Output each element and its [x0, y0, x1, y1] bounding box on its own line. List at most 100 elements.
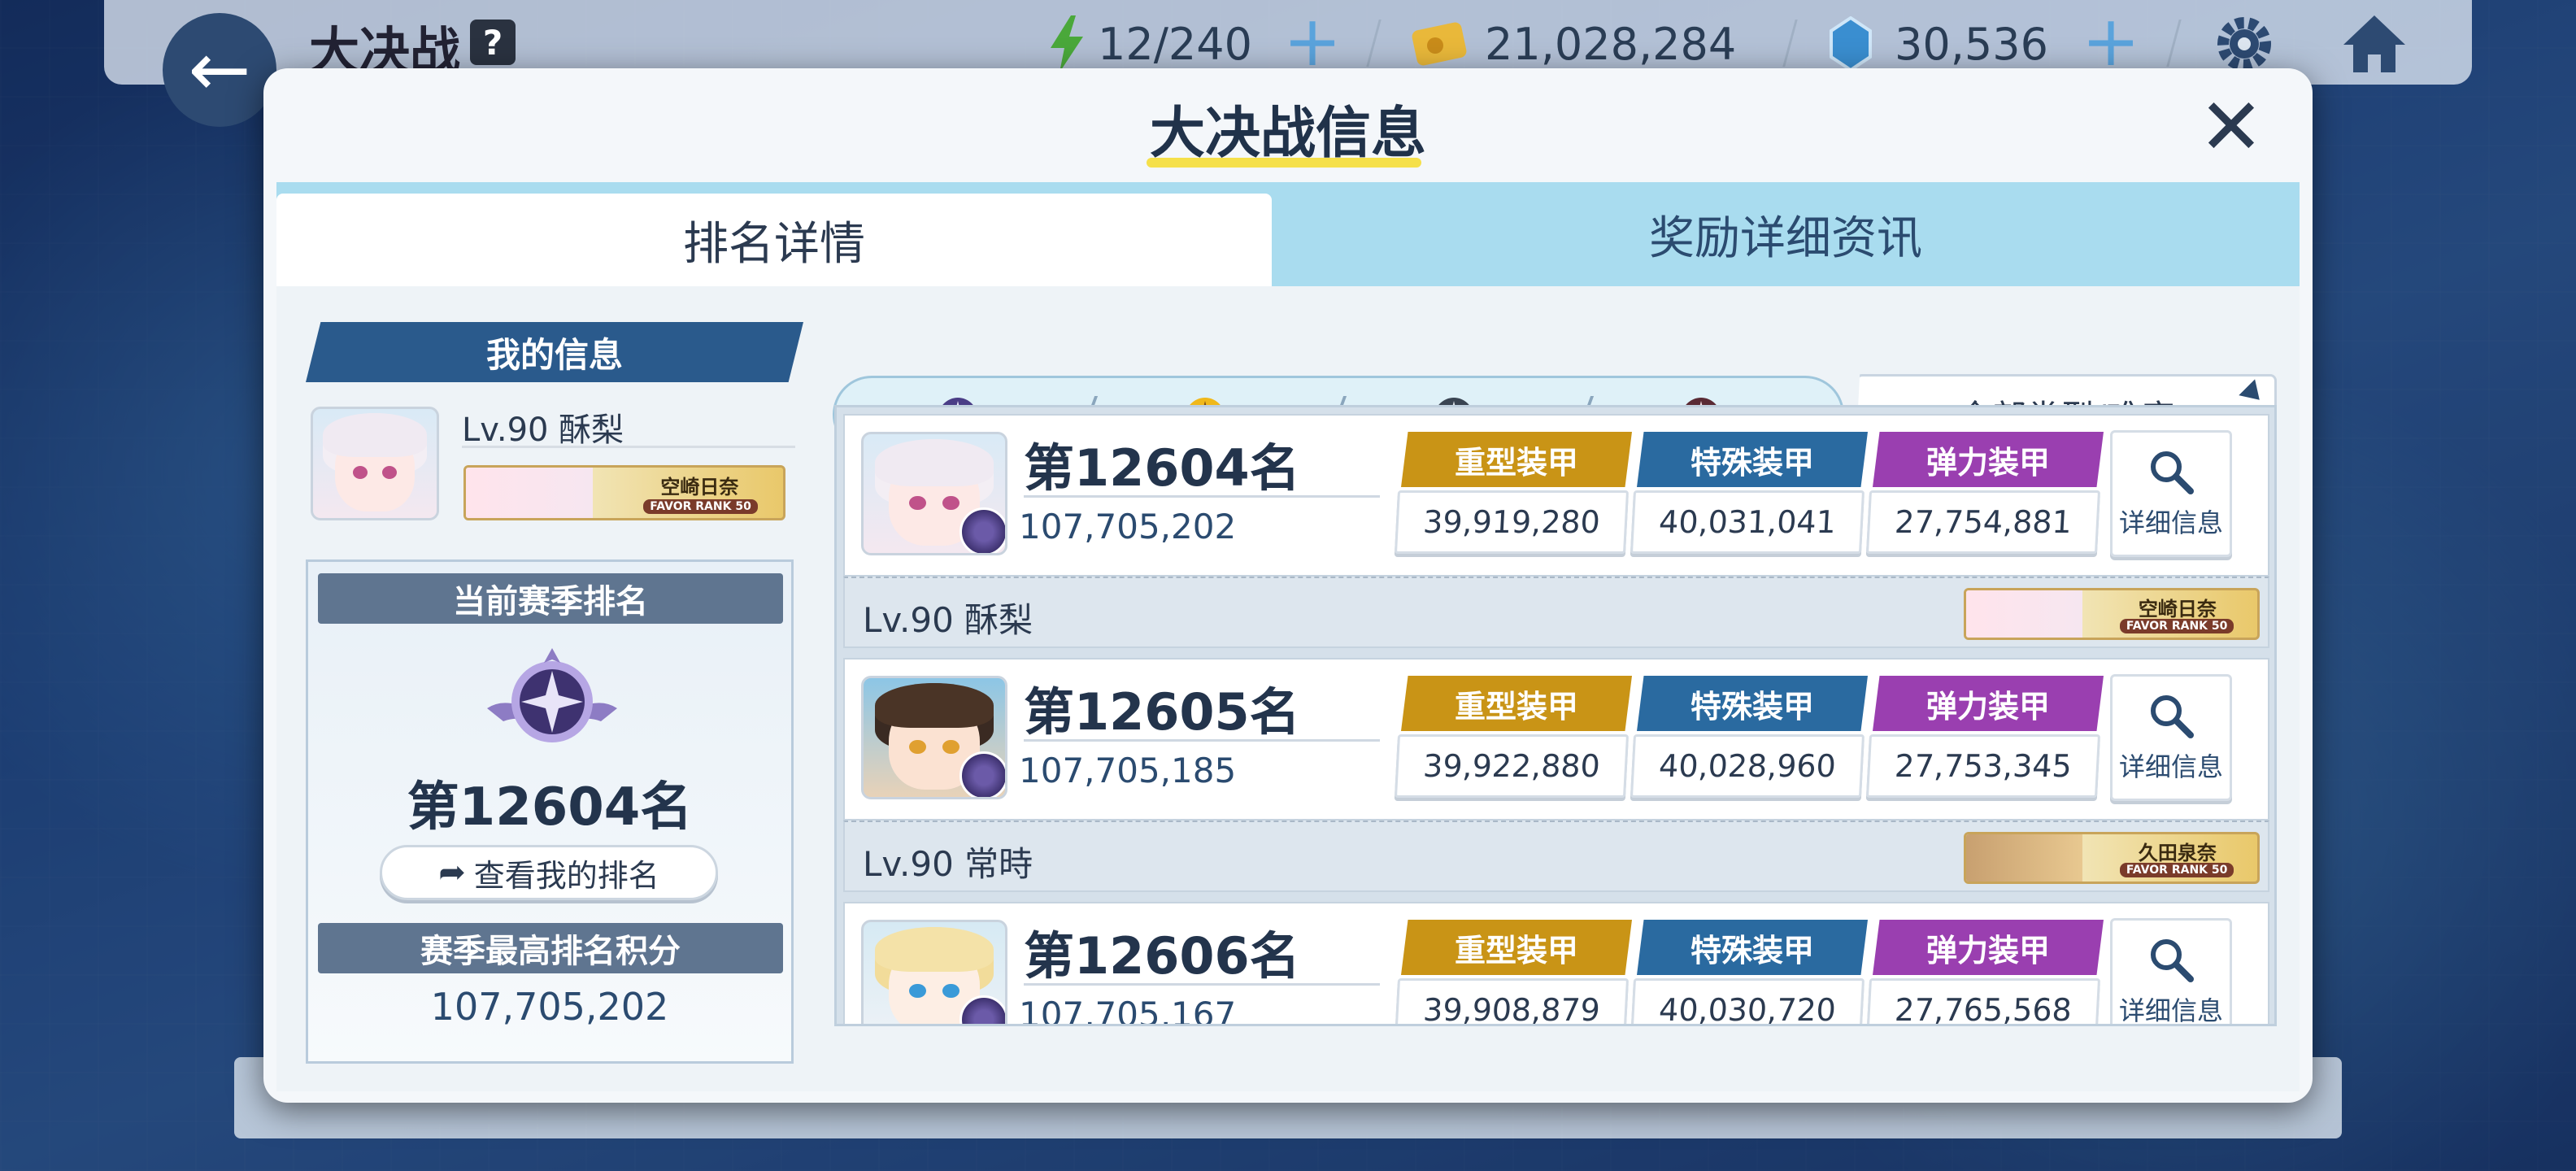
player-avatar — [861, 920, 1007, 1024]
help-button[interactable]: ? — [470, 20, 516, 65]
list-item[interactable]: 第12606名 107,705,167 重型装甲 39,908,879 特殊装甲… — [843, 902, 2269, 1026]
special-armor-label: 特殊装甲 — [1637, 676, 1868, 731]
special-armor-label: 特殊装甲 — [1637, 920, 1868, 975]
favor-rank-label: FAVOR RANK 50 — [2119, 619, 2234, 634]
rank-badge-icon — [959, 751, 1005, 797]
credit-value: 21,028,284 — [1485, 18, 1737, 70]
heavy-armor-score: 重型装甲 39,922,880 — [1394, 676, 1632, 798]
rank-emblem-icon — [479, 643, 625, 765]
tab-reward-details[interactable]: 奖励详细资讯 — [1272, 182, 2300, 286]
elastic-armor-label: 弹力装甲 — [1873, 676, 2104, 731]
special-armor-value: 40,028,960 — [1630, 734, 1865, 798]
heavy-armor-label: 重型装甲 — [1401, 920, 1632, 975]
elastic-armor-label: 弹力装甲 — [1873, 920, 2104, 975]
add-stamina-button[interactable]: + — [1283, 7, 1342, 76]
search-icon — [2147, 447, 2195, 503]
elastic-armor-score: 弹力装甲 27,765,568 — [1865, 920, 2104, 1024]
player-level-name: Lv.90 常時 — [863, 844, 1033, 884]
season-rank-panel: 当前赛季排名 第12604名 ➦ 查看我的排名 赛季最高排名积分 107,705… — [306, 559, 794, 1064]
player-score: 107,705,185 — [1019, 751, 1237, 790]
player-avatar — [861, 676, 1007, 799]
share-arrow-icon: ➦ — [438, 854, 466, 891]
heavy-armor-score: 重型装甲 39,908,879 — [1394, 920, 1632, 1024]
close-icon: ✕ — [2198, 81, 2265, 172]
dialog-title: 大决战信息 — [1149, 102, 1426, 166]
detail-button[interactable]: 详细信息 — [2110, 918, 2232, 1026]
divider — [1024, 739, 1380, 742]
detail-button[interactable]: 详细信息 — [2110, 430, 2232, 557]
my-info-heading: 我的信息 — [306, 322, 803, 382]
player-avatar — [861, 432, 1007, 555]
home-icon[interactable] — [2342, 11, 2407, 76]
special-armor-value: 40,030,720 — [1630, 978, 1865, 1024]
elastic-armor-score: 弹力装甲 27,754,881 — [1865, 432, 2104, 554]
my-level-name: Lv.90 酥梨 — [462, 411, 624, 449]
raid-info-dialog: 大决战信息 ✕ 排名详情 奖励详细资讯 我的信息 Lv.90 酥梨 空崎日奈 F… — [263, 68, 2313, 1103]
heavy-armor-label: 重型装甲 — [1401, 676, 1632, 731]
stamina-value: 12/240 — [1098, 18, 1252, 70]
ranking-list[interactable]: 第12604名 107,705,202 重型装甲 39,919,280 特殊装甲… — [834, 405, 2277, 1026]
special-armor-label: 特殊装甲 — [1637, 432, 1868, 487]
detail-label: 详细信息 — [2118, 507, 2223, 538]
chevron-down-icon — [2239, 379, 2268, 408]
special-armor-score: 特殊装甲 40,028,960 — [1630, 676, 1868, 798]
favor-rank-label: FAVOR RANK 50 — [643, 499, 758, 515]
favor-badge: 空崎日奈 FAVOR RANK 50 — [463, 465, 785, 520]
season-max-points: 107,705,202 — [430, 985, 669, 1029]
divider — [1024, 495, 1380, 498]
heavy-armor-value: 39,919,280 — [1394, 490, 1630, 554]
favor-badge: 空崎日奈 FAVOR RANK 50 — [1964, 588, 2260, 640]
rank-badge-icon — [959, 507, 1005, 553]
tab-bar: 排名详情 奖励详细资讯 — [276, 182, 2300, 286]
gem-value: 30,536 — [1895, 18, 2048, 70]
player-rank: 第12606名 — [1024, 926, 1300, 986]
current-rank-value: 第12604名 — [407, 777, 693, 838]
season-max-heading: 赛季最高排名积分 — [318, 923, 783, 973]
heavy-armor-label: 重型装甲 — [1401, 432, 1632, 487]
player-rank: 第12605名 — [1024, 682, 1300, 742]
divider — [462, 446, 795, 448]
credit-icon — [1407, 11, 1472, 76]
stamina-icon — [1034, 11, 1099, 76]
title-underline — [1147, 158, 1421, 168]
settings-gear-icon[interactable] — [2212, 11, 2277, 76]
favor-rank-label: FAVOR RANK 50 — [2119, 863, 2234, 878]
gem-icon — [1818, 11, 1883, 76]
detail-label: 详细信息 — [2118, 751, 2223, 782]
player-score: 107,705,167 — [1019, 995, 1237, 1026]
player-score: 107,705,202 — [1019, 507, 1237, 546]
elastic-armor-label: 弹力装甲 — [1873, 432, 2104, 487]
special-armor-score: 特殊装甲 40,031,041 — [1630, 432, 1868, 554]
elastic-armor-value: 27,765,568 — [1865, 978, 2101, 1024]
special-armor-value: 40,031,041 — [1630, 490, 1865, 554]
view-my-rank-button[interactable]: ➦ 查看我的排名 — [380, 845, 718, 900]
add-gem-button[interactable]: + — [2082, 7, 2140, 76]
heavy-armor-value: 39,908,879 — [1394, 978, 1630, 1024]
elastic-armor-value: 27,753,345 — [1865, 734, 2101, 798]
special-armor-score: 特殊装甲 40,030,720 — [1630, 920, 1868, 1024]
arrow-left-icon: ← — [188, 26, 251, 113]
favor-student-name: 空崎日奈 — [2138, 598, 2217, 621]
back-button[interactable]: ← — [163, 13, 276, 127]
list-item[interactable]: 第12605名 107,705,185 重型装甲 39,922,880 特殊装甲… — [843, 658, 2269, 894]
favor-student-name: 空崎日奈 — [660, 475, 739, 498]
detail-label: 详细信息 — [2118, 995, 2223, 1026]
favor-student-name: 久田泉奈 — [2138, 842, 2217, 865]
my-avatar[interactable] — [311, 407, 439, 520]
search-icon — [2147, 691, 2195, 747]
elastic-armor-score: 弹力装甲 27,753,345 — [1865, 676, 2104, 798]
current-rank-heading: 当前赛季排名 — [318, 573, 783, 624]
view-my-rank-label: 查看我的排名 — [473, 857, 659, 894]
heavy-armor-score: 重型装甲 39,919,280 — [1394, 432, 1632, 554]
heavy-armor-value: 39,922,880 — [1394, 734, 1630, 798]
player-rank: 第12604名 — [1024, 438, 1300, 498]
player-level-name: Lv.90 酥梨 — [863, 600, 1033, 640]
favor-badge: 久田泉奈 FAVOR RANK 50 — [1964, 832, 2260, 884]
tab-ranking-details[interactable]: 排名详情 — [276, 194, 1272, 286]
detail-button[interactable]: 详细信息 — [2110, 674, 2232, 801]
search-icon — [2147, 935, 2195, 990]
list-item[interactable]: 第12604名 107,705,202 重型装甲 39,919,280 特殊装甲… — [843, 414, 2269, 650]
close-button[interactable]: ✕ — [2195, 88, 2267, 166]
divider — [1024, 983, 1380, 986]
elastic-armor-value: 27,754,881 — [1865, 490, 2101, 554]
